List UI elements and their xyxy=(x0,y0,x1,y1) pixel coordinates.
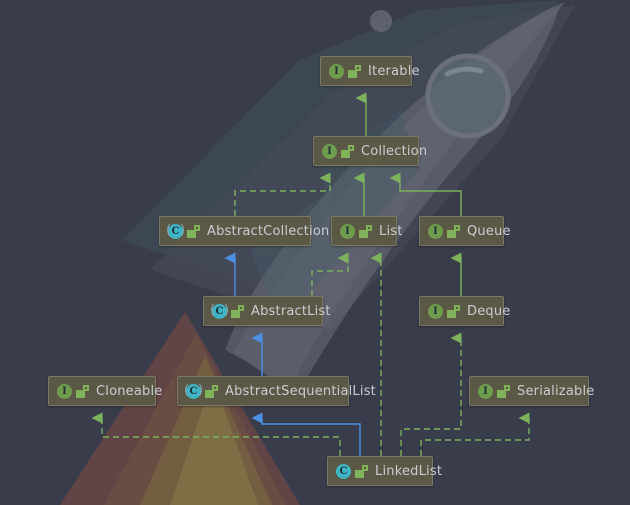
class-node-queue[interactable]: I Queue xyxy=(419,216,511,246)
edge-abstractlist-list xyxy=(311,252,349,296)
rocket-watermark xyxy=(60,0,575,505)
interface-icon: I xyxy=(328,63,345,80)
concrete-class-icon: C xyxy=(335,463,352,480)
public-visibility-icon xyxy=(447,224,460,238)
class-node-label: Queue xyxy=(467,223,511,239)
public-visibility-icon xyxy=(187,224,200,238)
public-visibility-icon xyxy=(205,384,218,398)
interface-icon: I xyxy=(477,383,494,400)
class-node-label: Serializable xyxy=(517,383,595,399)
public-visibility-icon xyxy=(355,464,368,478)
public-visibility-icon xyxy=(348,64,361,78)
class-node-label: Deque xyxy=(467,303,511,319)
class-node-label: List xyxy=(379,223,403,239)
public-visibility-icon xyxy=(497,384,510,398)
class-node-list[interactable]: I List xyxy=(331,216,402,246)
edge-linkedlist-serializable xyxy=(420,412,530,456)
edge-queue-collection xyxy=(389,172,462,216)
abstract-class-icon: C() xyxy=(184,382,204,399)
class-node-iterable[interactable]: I Iterable xyxy=(320,56,420,86)
class-node-serializable[interactable]: I Serializable xyxy=(469,376,594,406)
interface-icon: I xyxy=(339,223,356,240)
class-node-label: AbstractCollection xyxy=(207,223,330,239)
public-visibility-icon xyxy=(359,224,372,238)
public-visibility-icon xyxy=(231,304,244,318)
edge-linkedlist-abstractsequentiallist xyxy=(251,412,361,456)
interface-icon: I xyxy=(56,383,73,400)
class-node-label: Iterable xyxy=(368,63,420,79)
class-node-cloneable[interactable]: I Cloneable xyxy=(48,376,162,406)
public-visibility-icon xyxy=(447,304,460,318)
edge-layer xyxy=(91,92,530,456)
public-visibility-icon xyxy=(76,384,89,398)
class-node-label: Cloneable xyxy=(96,383,163,399)
abstract-class-icon: C() xyxy=(166,222,186,239)
abstract-class-icon: C() xyxy=(210,302,230,319)
uml-class-diagram-canvas[interactable]: I Iterable I Collection C() AbstractCollectio… xyxy=(0,0,630,505)
class-node-linkedlist[interactable]: C LinkedList xyxy=(327,456,442,486)
interface-icon: I xyxy=(321,143,338,160)
class-node-collection[interactable]: I Collection xyxy=(313,136,427,166)
class-node-abstractsequentiallist[interactable]: C() AbstractSequentialList xyxy=(177,376,376,406)
class-node-abstractcollection[interactable]: C() AbstractCollection xyxy=(159,216,329,246)
class-node-deque[interactable]: I Deque xyxy=(419,296,510,326)
edge-linkedlist-cloneable xyxy=(91,412,341,456)
class-node-label: Collection xyxy=(361,143,428,159)
class-node-abstractlist[interactable]: C() AbstractList xyxy=(203,296,331,326)
interface-icon: I xyxy=(427,303,444,320)
public-visibility-icon xyxy=(341,144,354,158)
interface-icon: I xyxy=(427,223,444,240)
edge-linkedlist-deque xyxy=(400,332,462,456)
edge-abstractcollection-collection xyxy=(234,172,331,216)
class-node-label: LinkedList xyxy=(375,463,443,479)
class-node-label: AbstractSequentialList xyxy=(225,383,376,399)
class-node-label: AbstractList xyxy=(251,303,331,319)
